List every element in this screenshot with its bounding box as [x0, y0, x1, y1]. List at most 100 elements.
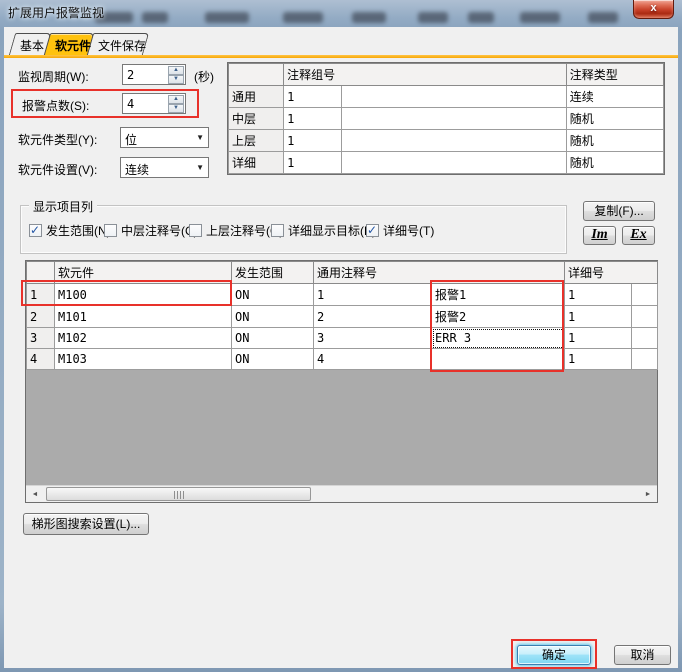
row-number-cell[interactable]: 3 — [27, 328, 55, 349]
scroll-left-icon[interactable]: ◄ — [27, 487, 43, 502]
checkbox-box[interactable]: ✓ — [189, 224, 202, 237]
monitor-cycle-value[interactable]: 2 — [127, 68, 134, 82]
ladder-search-settings-button[interactable]: 梯形图搜索设置(L)... — [23, 513, 149, 535]
comment-cell[interactable]: 报警1 — [432, 284, 565, 306]
checkbox-box[interactable]: ✓ — [104, 224, 117, 237]
monitor-cycle-spinner[interactable]: 2 ▲ ▼ — [122, 64, 186, 85]
device-cell[interactable]: M100 — [55, 284, 232, 306]
extra-cell[interactable] — [632, 349, 658, 370]
device-header: 软元件 — [55, 262, 232, 284]
group-name-cell[interactable] — [342, 152, 567, 174]
type-cell[interactable]: 随机 — [566, 130, 663, 152]
ok-button[interactable]: 确定 — [517, 645, 591, 665]
chevron-down-icon[interactable]: ▼ — [196, 133, 204, 142]
check-icon: ✓ — [367, 223, 377, 237]
detail-no-cell[interactable]: 1 — [565, 284, 632, 306]
extra-cell[interactable] — [632, 328, 658, 349]
comment-no-cell[interactable]: 3 — [314, 328, 432, 349]
extra-cell[interactable] — [632, 284, 658, 306]
type-cell[interactable]: 随机 — [566, 108, 663, 130]
row-number-cell[interactable]: 2 — [27, 306, 55, 328]
tab-file-save[interactable]: 文件保存 — [87, 33, 149, 55]
table-row[interactable]: 详细 1 随机 — [229, 152, 664, 174]
type-cell[interactable]: 随机 — [566, 152, 663, 174]
checkbox-label: 发生范围(N) — [46, 222, 111, 239]
range-cell[interactable]: ON — [232, 284, 314, 306]
checkbox-middle-comment-no[interactable]: ✓ 中层注释号(C) — [104, 223, 198, 237]
detail-no-cell[interactable]: 1 — [565, 328, 632, 349]
spin-up-button[interactable]: ▲ — [168, 66, 184, 75]
table-row[interactable]: 通用 1 连续 — [229, 86, 664, 108]
titlebar-glass-artifact — [468, 12, 494, 23]
import-button[interactable]: Im — [583, 226, 616, 245]
checkbox-box[interactable]: ✓ — [271, 224, 284, 237]
group-no-cell[interactable]: 1 — [284, 108, 342, 130]
alarm-points-spinner[interactable]: 4 ▲ ▼ — [122, 93, 186, 114]
comment-no-cell[interactable]: 2 — [314, 306, 432, 328]
comment-cell[interactable]: 报警2 — [432, 306, 565, 328]
close-button[interactable]: x — [633, 0, 674, 19]
down-arrow-icon: ▼ — [173, 105, 179, 111]
row-number-cell[interactable]: 1 — [27, 284, 55, 306]
tab-label: 基本 — [13, 34, 47, 54]
tab-device[interactable]: 软元件 — [44, 33, 94, 55]
table-row[interactable]: 1 M100 ON 1 报警1 1 — [27, 284, 658, 306]
titlebar-glass-artifact — [520, 12, 560, 23]
up-arrow-icon: ▲ — [173, 67, 179, 73]
type-cell[interactable]: 连续 — [566, 86, 663, 108]
device-type-value: 位 — [125, 131, 137, 148]
group-no-cell[interactable]: 1 — [284, 152, 342, 174]
copy-button[interactable]: 复制(F)... — [583, 201, 655, 221]
horizontal-scrollbar[interactable]: ◄ ► — [26, 485, 657, 502]
range-cell[interactable]: ON — [232, 349, 314, 370]
dialog-client-area: 基本 软元件 文件保存 监视周期(W): 2 ▲ ▼ (秒) 报警点数(S): … — [4, 27, 678, 668]
table-row[interactable]: 2 M101 ON 2 报警2 1 — [27, 306, 658, 328]
table-row[interactable]: 3 M102 ON 3 ERR 3 1 — [27, 328, 658, 349]
comment-no-cell[interactable]: 4 — [314, 349, 432, 370]
checkbox-label: 详细号(T) — [383, 222, 434, 239]
comment-no-cell[interactable]: 1 — [314, 284, 432, 306]
corner-header-cell — [229, 64, 284, 86]
checkbox-occurrence-range[interactable]: ✓ 发生范围(N) — [29, 223, 111, 237]
comment-cell[interactable] — [432, 349, 565, 370]
detail-no-cell[interactable]: 1 — [565, 306, 632, 328]
checkbox-box[interactable]: ✓ — [366, 224, 379, 237]
alarm-points-value[interactable]: 4 — [127, 97, 134, 111]
checkbox-box[interactable]: ✓ — [29, 224, 42, 237]
device-type-combo[interactable]: 位 ▼ — [120, 127, 209, 148]
row-label: 详细 — [229, 152, 284, 174]
checkbox-detail-no[interactable]: ✓ 详细号(T) — [366, 223, 434, 237]
checkbox-upper-comment-no[interactable]: ✓ 上层注释号(O) — [189, 223, 283, 237]
device-cell[interactable]: M103 — [55, 349, 232, 370]
spin-down-button[interactable]: ▼ — [168, 75, 184, 84]
device-cell[interactable]: M102 — [55, 328, 232, 349]
table-row[interactable]: 中层 1 随机 — [229, 108, 664, 130]
export-button[interactable]: Ex — [622, 226, 655, 245]
checkbox-detail-display-target[interactable]: ✓ 详细显示目标(E) — [271, 223, 376, 237]
comment-cell-focused[interactable]: ERR 3 — [432, 328, 565, 349]
range-cell[interactable]: ON — [232, 328, 314, 349]
scrollbar-thumb[interactable] — [46, 487, 311, 501]
detail-no-cell[interactable]: 1 — [565, 349, 632, 370]
spin-down-button[interactable]: ▼ — [168, 104, 184, 113]
table-row[interactable]: 4 M103 ON 4 1 — [27, 349, 658, 370]
range-cell[interactable]: ON — [232, 306, 314, 328]
group-no-cell[interactable]: 1 — [284, 130, 342, 152]
cancel-button[interactable]: 取消 — [614, 645, 671, 665]
spin-up-button[interactable]: ▲ — [168, 95, 184, 104]
titlebar-glass-artifact — [418, 12, 448, 23]
device-cell[interactable]: M101 — [55, 306, 232, 328]
group-no-cell[interactable]: 1 — [284, 86, 342, 108]
chevron-down-icon[interactable]: ▼ — [196, 163, 204, 172]
row-number-cell[interactable]: 4 — [27, 349, 55, 370]
group-name-cell[interactable] — [342, 108, 567, 130]
device-setting-combo[interactable]: 连续 ▼ — [120, 157, 209, 178]
group-name-cell[interactable] — [342, 130, 567, 152]
scroll-right-icon[interactable]: ► — [640, 487, 656, 502]
extra-cell[interactable] — [632, 306, 658, 328]
table-row[interactable]: 上层 1 随机 — [229, 130, 664, 152]
titlebar[interactable]: 扩展用户报警监视 — [0, 0, 682, 27]
group-name-cell[interactable] — [342, 86, 567, 108]
corner-header-cell — [27, 262, 55, 284]
display-items-group: 显示项目列 ✓ 发生范围(N) ✓ 中层注释号(C) ✓ 上层注释号(O) ✓ … — [20, 205, 567, 254]
